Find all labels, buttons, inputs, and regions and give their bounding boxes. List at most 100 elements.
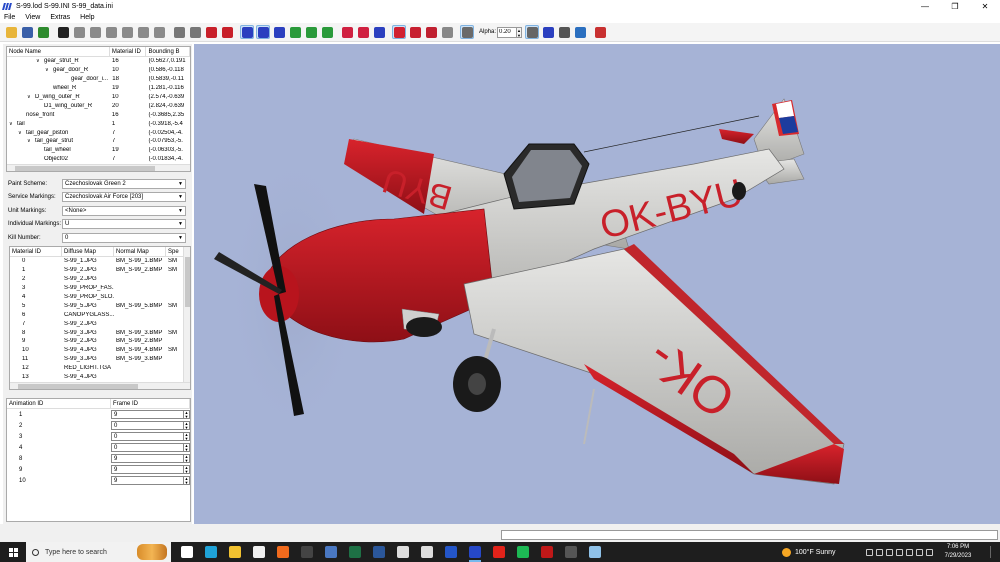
red-drop-button[interactable] bbox=[408, 25, 422, 39]
word-taskbar-button[interactable] bbox=[370, 542, 388, 562]
material-row[interactable]: 0 S-99_1.JPG BM_S-99_1.BMP SM bbox=[10, 257, 190, 266]
frame-id-spinner[interactable]: 9 ▲ ▼ bbox=[111, 454, 190, 463]
alpha-spinner[interactable]: ▲ ▼ bbox=[517, 26, 523, 38]
materials-horizontal-scrollbar[interactable] bbox=[10, 382, 190, 389]
green-frame-3-button[interactable] bbox=[320, 25, 334, 39]
frame-id-value[interactable]: 9 bbox=[112, 411, 183, 418]
material-row[interactable]: 5 S-99_5.JPG BM_S-99_5.BMP SM bbox=[10, 301, 190, 310]
solid-shaded-button[interactable] bbox=[188, 25, 202, 39]
tree-horizontal-scrollbar[interactable] bbox=[7, 164, 190, 171]
frame-id-value[interactable]: 9 bbox=[112, 466, 183, 473]
green-frame-2-button[interactable] bbox=[304, 25, 318, 39]
red-blue-button[interactable] bbox=[372, 25, 386, 39]
volume-icon[interactable] bbox=[896, 548, 903, 556]
menu-view[interactable]: View bbox=[25, 14, 40, 21]
blue-frame-button[interactable] bbox=[240, 25, 254, 39]
n-app-taskbar-button[interactable] bbox=[298, 542, 316, 562]
menu-extras[interactable]: Extras bbox=[50, 14, 70, 21]
column-diffuse-map[interactable]: Diffuse Map bbox=[62, 247, 114, 257]
tree-row[interactable]: wheel_R 19 (1.281,-0.116 bbox=[7, 84, 190, 93]
material-row[interactable]: 11 S-99_3.JPG BM_S-99_3.BMP bbox=[10, 355, 190, 364]
frame-id-spinner[interactable]: 9 ▲ ▼ bbox=[111, 410, 190, 419]
3d-viewport[interactable]: OK-BYU BYU OK- bbox=[194, 44, 1000, 524]
edge-taskbar-button[interactable] bbox=[202, 542, 220, 562]
taskbar-search[interactable]: Type here to search bbox=[26, 542, 171, 562]
save-button[interactable] bbox=[20, 25, 34, 39]
tree-row[interactable]: ∨ gear_door_R 10 (0.586,-0.118 bbox=[7, 66, 190, 75]
material-row[interactable]: 1 S-99_2.JPG BM_S-99_2.BMP SM bbox=[10, 266, 190, 275]
frame-id-spinner[interactable]: 0 ▲ ▼ bbox=[111, 432, 190, 441]
chevron-up-icon[interactable] bbox=[876, 548, 883, 556]
material-row[interactable]: 2 S-99_2.JPG bbox=[10, 275, 190, 284]
tree-row[interactable]: ∨ D_wing_outer_R 10 (2.574,-0.639 bbox=[7, 93, 190, 102]
axes-button[interactable] bbox=[541, 25, 555, 39]
texture-button[interactable] bbox=[36, 25, 50, 39]
frame-id-spinner[interactable]: 9 ▲ ▼ bbox=[111, 476, 190, 485]
column-material-id[interactable]: Material ID bbox=[10, 247, 62, 257]
column-material-id[interactable]: Material ID bbox=[110, 47, 147, 57]
box-back-button[interactable] bbox=[120, 25, 134, 39]
clock[interactable]: 7:06 PM 7/29/2023 bbox=[936, 543, 980, 561]
box-side-button[interactable] bbox=[88, 25, 102, 39]
notepad-taskbar-button[interactable] bbox=[586, 542, 604, 562]
frame-id-value[interactable]: 0 bbox=[112, 422, 183, 429]
material-row[interactable]: 12 RED_LIGHT.TGA bbox=[10, 364, 190, 373]
alpha-input[interactable] bbox=[497, 26, 518, 38]
spinner-arrows-icon[interactable]: ▲ ▼ bbox=[183, 466, 189, 474]
red-circle-button[interactable] bbox=[392, 25, 406, 39]
materials-table[interactable]: Material ID Diffuse Map Normal Map Spe 0… bbox=[9, 246, 191, 390]
notification-center-icon[interactable] bbox=[990, 546, 997, 558]
frame-id-spinner[interactable]: 0 ▲ ▼ bbox=[111, 443, 190, 452]
spinner-arrows-icon[interactable]: ▲ ▼ bbox=[183, 433, 189, 441]
tree-row[interactable]: ∨ tail_gear_piston 7 (-0.02504,-4. bbox=[7, 128, 190, 137]
frame-id-value[interactable]: 0 bbox=[112, 433, 183, 440]
red-solid-button[interactable] bbox=[204, 25, 218, 39]
spinner-arrows-icon[interactable]: ▲ ▼ bbox=[183, 422, 189, 430]
kill-number-select[interactable]: 0 ▼ bbox=[62, 232, 186, 243]
material-row[interactable]: 13 S-99_4.JPG bbox=[10, 373, 190, 382]
service-markings-select[interactable]: Czechoslovak Air Force [203] ▼ bbox=[62, 192, 186, 203]
tree-row[interactable]: D1_wing_outer_R 20 (2.824,-0.639 bbox=[7, 101, 190, 110]
tree-row[interactable]: ∨ gear_strut_R 16 (0.5627,0.191 bbox=[7, 57, 190, 66]
column-normal-map[interactable]: Normal Map bbox=[114, 247, 166, 257]
unit-markings-select[interactable]: <None> ▼ bbox=[62, 205, 186, 216]
bounding-button[interactable] bbox=[557, 25, 571, 39]
spinner-arrows-icon[interactable]: ▲ ▼ bbox=[183, 444, 189, 452]
frame-id-value[interactable]: 9 bbox=[112, 455, 183, 462]
red-cube-button[interactable] bbox=[220, 25, 234, 39]
box-bottom-button[interactable] bbox=[136, 25, 150, 39]
mail-taskbar-button[interactable] bbox=[322, 542, 340, 562]
animations-table[interactable]: Animation ID Frame ID 1 9 ▲ ▼ 2 0 ▲ ▼ 3 0 ▲ ▼ 4 0 ▲ ▼ 8 9… bbox=[6, 398, 191, 522]
individual-markings-select[interactable]: U ▼ bbox=[62, 219, 186, 230]
minimize-button[interactable]: — bbox=[910, 0, 940, 12]
material-row[interactable]: 9 S-99_2.JPG BM_S-99_2.BMP bbox=[10, 337, 190, 346]
tree-row[interactable]: ∨ tail 1 (-0.3918,-5.4 bbox=[7, 119, 190, 128]
box-top-button[interactable] bbox=[104, 25, 118, 39]
grid-button[interactable] bbox=[525, 25, 540, 39]
task-view-taskbar-button[interactable] bbox=[178, 542, 196, 562]
column-bounding-box[interactable]: Bounding B bbox=[146, 47, 190, 57]
box-front-button[interactable] bbox=[72, 25, 86, 39]
grey-mesh-button[interactable] bbox=[440, 25, 454, 39]
tree-row[interactable]: Object02 7 (-0.01834,-4. bbox=[7, 155, 190, 164]
material-row[interactable]: 3 S-99_PROP_FAS... bbox=[10, 284, 190, 293]
lod-viewer-taskbar-button[interactable] bbox=[466, 542, 484, 562]
tree-row[interactable]: nose_front 16 (-0.3685,2.35 bbox=[7, 110, 190, 119]
column-frame-id[interactable]: Frame ID bbox=[111, 399, 190, 409]
column-animation-id[interactable]: Animation ID bbox=[7, 399, 111, 409]
spinner-arrows-icon[interactable]: ▲ ▼ bbox=[183, 477, 189, 485]
expand-toggle-icon[interactable]: ∨ bbox=[9, 121, 17, 127]
material-row[interactable]: 6 CANOPYGLASS... bbox=[10, 310, 190, 319]
tree-row[interactable]: ∨ tail_gear_strut 7 (-0.07953,-5. bbox=[7, 137, 190, 146]
spotify-taskbar-button[interactable] bbox=[514, 542, 532, 562]
battery-icon[interactable] bbox=[906, 548, 913, 556]
start-button[interactable] bbox=[0, 542, 26, 562]
cube-outline-button[interactable] bbox=[573, 25, 587, 39]
mcafee-taskbar-button[interactable] bbox=[538, 542, 556, 562]
expand-toggle-icon[interactable]: ∨ bbox=[27, 138, 35, 144]
red-shape-2-button[interactable] bbox=[356, 25, 370, 39]
zoom-button[interactable] bbox=[56, 25, 70, 39]
material-row[interactable]: 4 S-99_PROP_SLO... bbox=[10, 293, 190, 302]
menu-help[interactable]: Help bbox=[80, 14, 94, 21]
people-icon[interactable] bbox=[866, 548, 873, 556]
